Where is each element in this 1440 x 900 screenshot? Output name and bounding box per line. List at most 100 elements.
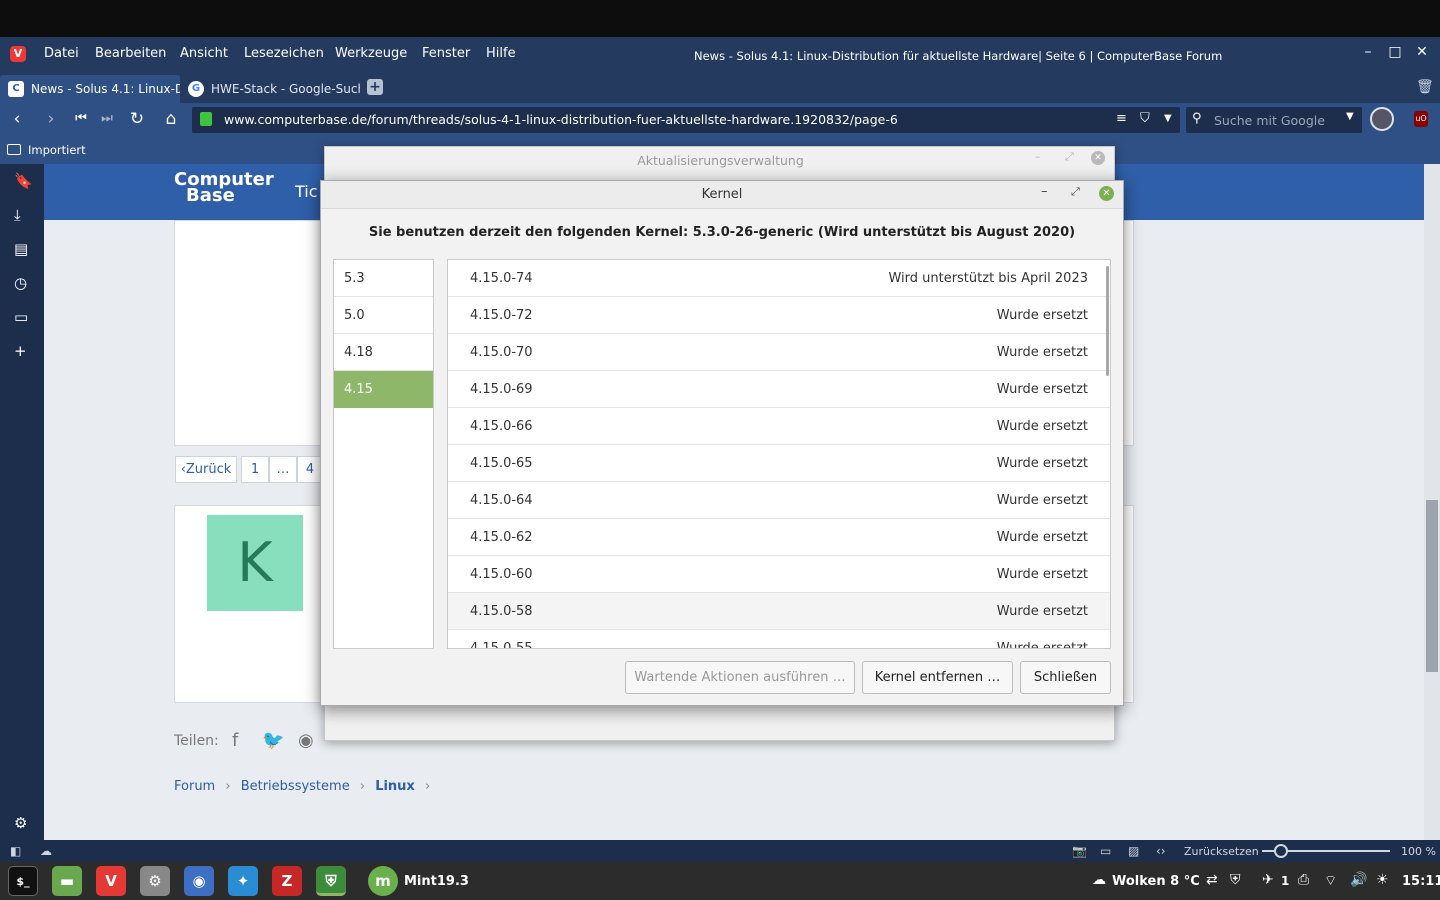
new-tab-icon[interactable]: + [367, 79, 383, 95]
notification-icon[interactable]: ✈ [1262, 872, 1274, 888]
menu-werkzeuge[interactable]: Werkzeuge [335, 46, 407, 61]
weather-text[interactable]: Wolken 8 °C [1112, 874, 1200, 889]
search-engine-dropdown-icon[interactable]: ▼ [1346, 111, 1354, 122]
bookmark-icon[interactable]: ⛉ [1140, 111, 1150, 126]
cloud-sync-icon[interactable]: ☁ [40, 844, 52, 858]
shield-tray-icon[interactable]: ⛨ [1230, 872, 1241, 888]
close-button[interactable]: Schließen [1020, 661, 1111, 694]
tiling-icon[interactable]: ▭ [1100, 844, 1111, 858]
brightness-icon[interactable]: ☀ [1376, 872, 1389, 888]
steam-taskbar-icon[interactable]: ✦ [228, 866, 258, 896]
address-bar[interactable]: www.computerbase.de/forum/threads/solus-… [192, 107, 1180, 133]
update-shield-taskbar-icon[interactable]: ⛨ [316, 866, 346, 896]
close-icon[interactable]: ✕ [1414, 44, 1430, 60]
tab-computerbase[interactable]: C News - Solus 4.1: Linux-Dis [0, 75, 180, 103]
twitter-icon[interactable]: 🐦 [262, 730, 284, 751]
zoom-slider-knob[interactable] [1274, 844, 1289, 858]
user-avatar[interactable]: K [207, 515, 303, 611]
menu-datei[interactable]: Datei [44, 46, 79, 61]
breadcrumb-forum[interactable]: Forum [174, 779, 215, 794]
vivaldi-logo-icon[interactable]: V [10, 46, 26, 62]
downloads-panel-icon[interactable]: ⤓ [14, 206, 21, 224]
update-minimize-icon[interactable]: – [1035, 150, 1041, 163]
capture-icon[interactable]: 📷 [1072, 844, 1087, 858]
history-panel-icon[interactable]: ◷ [14, 274, 27, 292]
settings-taskbar-icon[interactable]: ⚙ [140, 866, 170, 896]
kernel-row[interactable]: 4.15.0-66 Wurde ersetzt [448, 408, 1110, 445]
site-nav-fragment[interactable]: Tic [295, 182, 318, 201]
kernel-row[interactable]: 4.15.0-58 Wurde ersetzt [448, 593, 1110, 630]
kernel-version-4-18[interactable]: 4.18 [334, 334, 433, 371]
zoom-reset[interactable]: Zurücksetzen [1184, 845, 1259, 858]
taskbar-window-label[interactable]: Mint19.3 [404, 874, 469, 889]
dropdown-icon[interactable]: ▼ [1164, 113, 1172, 124]
kernel-row[interactable]: 4.15.0-74 Wird unterstützt bis April 2023 [448, 260, 1110, 297]
menu-ansicht[interactable]: Ansicht [180, 46, 228, 61]
settings-gear-icon[interactable]: ⚙ [14, 814, 27, 832]
kernel-row[interactable]: 4.15.0-55 Wurde ersetzt [448, 630, 1110, 648]
back-icon[interactable]: ‹ [6, 109, 28, 129]
notes-panel-icon[interactable]: ▤ [14, 240, 28, 258]
files-folder-icon[interactable]: ▬ [52, 866, 82, 896]
kernel-version-5-0[interactable]: 5.0 [334, 297, 433, 334]
kernel-version-5-3[interactable]: 5.3 [334, 260, 433, 297]
reddit-icon[interactable]: ◉ [298, 730, 314, 751]
forward-icon[interactable]: › [40, 109, 62, 129]
kernel-row[interactable]: 4.15.0-62 Wurde ersetzt [448, 519, 1110, 556]
reload-icon[interactable]: ↻ [126, 109, 148, 129]
window-panel-icon[interactable]: ▭ [14, 308, 28, 326]
menu-bearbeiten[interactable]: Bearbeiten [95, 46, 166, 61]
fast-forward-icon[interactable]: ⏭ [96, 111, 118, 126]
trash-icon[interactable]: 🗑 [1416, 79, 1434, 95]
pagination-ellipsis[interactable]: … [269, 456, 297, 483]
search-field[interactable]: ⚲ Suche mit Google ▼ [1186, 107, 1362, 133]
kernel-row[interactable]: 4.15.0-65 Wurde ersetzt [448, 445, 1110, 482]
kernel-close-icon[interactable]: ✕ [1099, 186, 1114, 201]
kernel-list-scrollbar[interactable] [1106, 266, 1109, 376]
images-icon[interactable]: ▨ [1128, 844, 1139, 858]
kernel-version-4-15[interactable]: 4.15 [334, 371, 433, 408]
remove-kernel-button[interactable]: Kernel entfernen … [862, 661, 1013, 694]
panel-toggle-icon[interactable]: ◧ [10, 844, 21, 858]
computerbase-logo[interactable]: Computer Base [174, 171, 274, 205]
ublock-origin-icon[interactable]: uO [1414, 111, 1428, 127]
run-pending-actions-button[interactable]: Wartende Aktionen ausführen … [625, 661, 855, 694]
menu-hilfe[interactable]: Hilfe [486, 46, 516, 61]
volume-icon[interactable]: 🔊 [1350, 872, 1367, 888]
terminal-icon[interactable]: $_ [8, 866, 38, 896]
kernel-row[interactable]: 4.15.0-72 Wurde ersetzt [448, 297, 1110, 334]
breadcrumb-linux[interactable]: Linux [375, 779, 415, 794]
clock[interactable]: 15:11 [1402, 874, 1440, 889]
pagination-back[interactable]: ‹Zurück [175, 456, 237, 483]
filezilla-taskbar-icon[interactable]: Z [272, 866, 302, 896]
network-manager-icon[interactable]: ⇄ [1206, 872, 1218, 888]
bookmarks-panel-icon[interactable]: 🔖 [14, 172, 33, 190]
menu-fenster[interactable]: Fenster [422, 46, 470, 61]
kernel-row[interactable]: 4.15.0-60 Wurde ersetzt [448, 556, 1110, 593]
bookmark-folder-imported[interactable]: Importiert [28, 143, 86, 157]
reader-view-icon[interactable]: ≡ [1116, 111, 1127, 126]
kernel-titlebar[interactable]: Kernel – ⤢ ✕ [321, 181, 1123, 209]
rewind-icon[interactable]: ⏮ [70, 111, 92, 126]
tab-google-search[interactable]: G HWE-Stack - Google-Suche [180, 75, 360, 103]
vivaldi-taskbar-icon[interactable]: V [96, 866, 126, 896]
printer-icon[interactable]: ⎙ [1298, 872, 1309, 888]
kernel-row[interactable]: 4.15.0-64 Wurde ersetzt [448, 482, 1110, 519]
wifi-icon[interactable]: ⌔ [1324, 872, 1337, 890]
kernel-minimize-icon[interactable]: – [1041, 184, 1048, 199]
maximize-icon[interactable]: □ [1387, 44, 1403, 60]
kernel-row[interactable]: 4.15.0-70 Wurde ersetzt [448, 334, 1110, 371]
page-actions-icon[interactable]: ‹› [1156, 844, 1166, 858]
facebook-icon[interactable]: f [232, 730, 238, 751]
screenshot-taskbar-icon[interactable]: ◉ [184, 866, 214, 896]
mint-logo-icon[interactable]: m [368, 866, 398, 896]
add-panel-icon[interactable]: + [14, 342, 27, 360]
kernel-maximize-icon[interactable]: ⤢ [1071, 185, 1080, 199]
update-close-icon[interactable]: ✕ [1091, 151, 1105, 165]
kernel-row[interactable]: 4.15.0-69 Wurde ersetzt [448, 371, 1110, 408]
menu-lesezeichen[interactable]: Lesezeichen [244, 46, 324, 61]
page-scrollbar-thumb[interactable] [1426, 500, 1438, 672]
profile-avatar-icon[interactable] [1370, 107, 1394, 131]
minimize-icon[interactable]: – [1360, 44, 1376, 60]
pagination-page-1[interactable]: 1 [241, 456, 269, 483]
